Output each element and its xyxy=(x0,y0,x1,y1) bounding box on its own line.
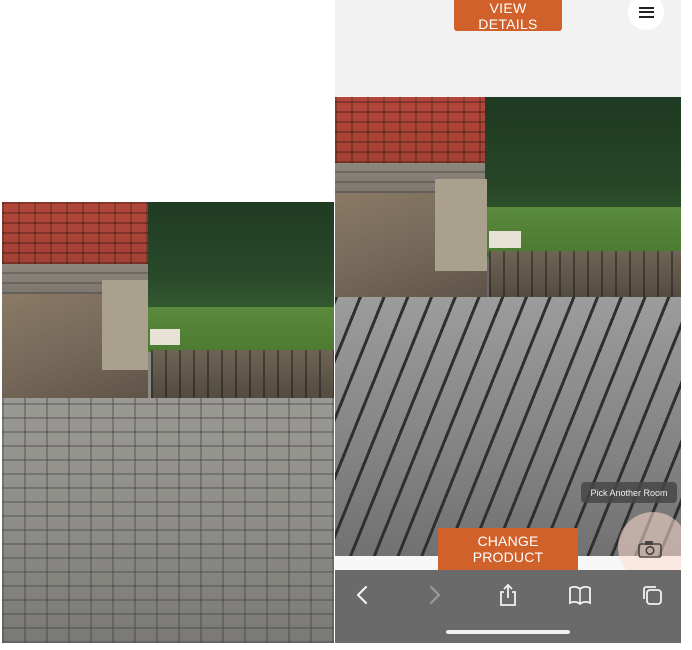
camera-icon xyxy=(638,541,662,558)
tabs-icon xyxy=(643,586,662,605)
menu-button[interactable] xyxy=(628,0,664,30)
planter-box xyxy=(489,231,521,248)
before-photo xyxy=(2,202,334,643)
browser-toolbar xyxy=(335,570,681,643)
pick-another-room-button[interactable]: Pick Another Room xyxy=(581,482,677,503)
plaster-patch xyxy=(102,280,148,370)
share-icon xyxy=(500,583,516,606)
change-product-button[interactable]: CHANGE PRODUCT xyxy=(438,528,578,570)
book-icon xyxy=(569,586,591,605)
paved-ground xyxy=(2,398,334,643)
chevron-left-icon xyxy=(356,585,368,605)
planter-box xyxy=(150,329,180,345)
brick-wall xyxy=(2,202,148,264)
hamburger-menu-icon xyxy=(638,6,654,18)
phone-screen: VIEW DETAILS Pick Another Room CHANGE PR… xyxy=(335,0,681,643)
view-details-button[interactable]: VIEW DETAILS xyxy=(454,0,562,32)
home-indicator xyxy=(446,630,570,634)
share-button[interactable] xyxy=(493,580,523,610)
brick-wall xyxy=(335,97,485,163)
plaster-patch xyxy=(435,179,487,271)
chevron-right-icon xyxy=(429,585,441,605)
bookmarks-button[interactable] xyxy=(565,580,595,610)
tabs-button[interactable] xyxy=(637,580,667,610)
back-button[interactable] xyxy=(347,580,377,610)
forward-button[interactable] xyxy=(420,580,450,610)
